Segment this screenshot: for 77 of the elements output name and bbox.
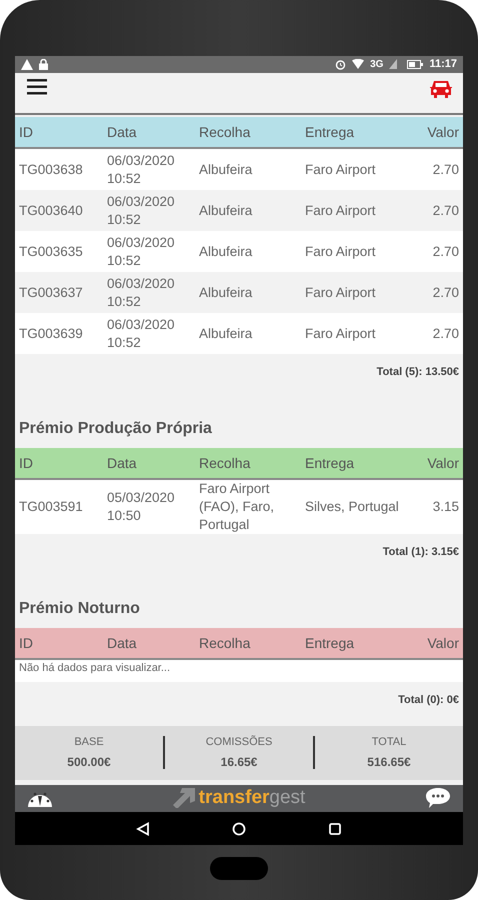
table-cell-text: 06/03/2020 10:52 — [107, 316, 176, 352]
column-header: Data — [107, 124, 137, 140]
column-header: Recolha — [199, 635, 250, 652]
lock-icon — [39, 58, 48, 70]
summary-label: BASE — [74, 736, 104, 748]
column-header: Recolha — [199, 124, 250, 140]
total-label: Total (0): 0€ — [398, 694, 459, 708]
table-cell-text: 06/03/2020 10:52 — [107, 274, 176, 311]
table-cell: Faro Airport — [305, 242, 376, 261]
table-cell: 2.70 — [432, 202, 459, 220]
column-header: Entrega — [305, 635, 354, 652]
table-cell: Silves, Portugal — [305, 498, 399, 516]
table-row[interactable]: TG003635 06/03/2020 10:52 Albufeira Faro Airport 2.70 — [15, 231, 463, 272]
section-title: Prémio Noturno — [18, 599, 141, 620]
table-cell-text: Albufeira — [199, 284, 254, 302]
column-header: Valor — [427, 635, 459, 652]
summary-value: 16.65€ — [220, 755, 258, 770]
table-cell-text: 05/03/2020 10:50 — [107, 489, 176, 526]
column-header: ID — [19, 635, 33, 652]
table-cell-text: Albufeira — [199, 202, 254, 220]
table-cell: TG003639 — [19, 324, 83, 343]
table-row[interactable]: TG003591 05/03/2020 10:50 Faro Airport (FAO), Faro, Portugal Silves, Portugal 3.15 — [15, 480, 463, 534]
table-cell: TG003637 — [19, 284, 83, 302]
column-header: Recolha — [199, 455, 250, 472]
home-icon[interactable] — [232, 822, 246, 836]
column-header: Data — [107, 455, 137, 472]
column-header: Entrega — [305, 455, 354, 472]
car-icon[interactable] — [429, 78, 453, 98]
signal-icon — [389, 59, 398, 70]
battery-icon — [407, 60, 424, 69]
table-cell: 2.70 — [432, 242, 459, 261]
table-cell-text: 06/03/2020 10:52 — [107, 152, 176, 188]
column-header: ID — [19, 455, 33, 472]
summary-value: 516.65€ — [367, 755, 411, 770]
column-header: Data — [107, 635, 137, 652]
column-header: Valor — [427, 124, 459, 140]
back-icon[interactable] — [136, 822, 150, 836]
table-cell: Faro Airport — [305, 202, 376, 220]
chat-icon[interactable] — [424, 787, 451, 810]
table-cell-text: Albufeira — [199, 160, 254, 179]
table-cell: Faro Airport — [305, 324, 376, 343]
alarm-icon — [335, 58, 346, 70]
summary-label: COMISSÕES — [206, 736, 272, 748]
table-cell: 2.70 — [432, 324, 459, 343]
arrow-logo-icon — [172, 788, 195, 808]
table-cell-text: Albufeira — [199, 324, 254, 343]
table-row[interactable]: TG003639 06/03/2020 10:52 Albufeira Faro Airport 2.70 — [15, 313, 463, 354]
table-cell: Faro Airport — [305, 284, 376, 302]
table-row[interactable]: TG003638 06/03/2020 10:52 Albufeira Faro Airport 2.70 — [15, 149, 463, 190]
table-cell: TG003640 — [19, 202, 83, 220]
summary-label: TOTAL — [372, 736, 406, 748]
column-header: Entrega — [305, 124, 354, 140]
clock-time: 11:17 — [429, 58, 457, 70]
column-header: Valor — [427, 455, 459, 472]
column-header: ID — [19, 124, 33, 140]
table-cell: TG003635 — [19, 242, 83, 261]
table-cell: 2.70 — [432, 284, 459, 302]
network-type: 3G — [370, 58, 384, 70]
empty-message: Não há dados para visualizar... — [15, 660, 463, 682]
logo-wordmark: transfergest — [198, 787, 306, 810]
total-label: Total (5): 13.50€ — [376, 366, 459, 380]
table-cell-text: 06/03/2020 10:52 — [107, 192, 176, 229]
table-cell-text: Faro Airport (FAO), Faro, Portugal — [199, 480, 276, 534]
table-cell: Faro Airport — [305, 160, 376, 179]
summary-value: 500.00€ — [67, 755, 111, 770]
table-cell-text: 06/03/2020 10:52 — [107, 234, 176, 270]
wifi-icon — [352, 59, 364, 70]
table-cell: 3.15 — [432, 498, 459, 516]
table-cell: TG003638 — [19, 160, 83, 179]
total-label: Total (1): 3.15€ — [382, 546, 459, 560]
recents-icon[interactable] — [328, 822, 342, 836]
warning-icon — [21, 58, 33, 70]
table-cell: TG003591 — [19, 498, 83, 516]
table-cell-text: Albufeira — [199, 242, 254, 261]
menu-icon[interactable] — [27, 78, 47, 94]
section-title: Prémio Produção Própria — [18, 419, 213, 440]
table-cell: 2.70 — [432, 160, 459, 179]
